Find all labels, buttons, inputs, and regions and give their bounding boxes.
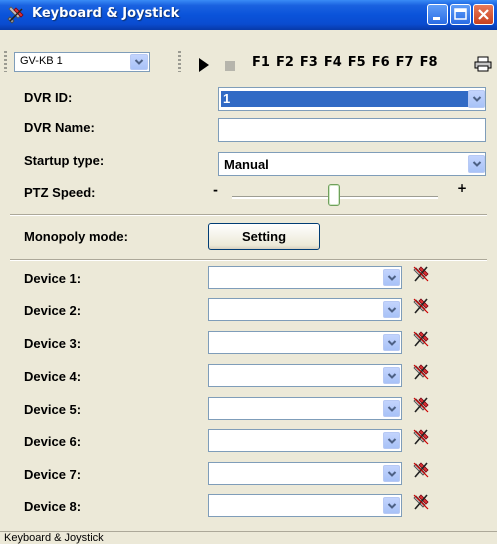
divider bbox=[10, 214, 487, 216]
device-7-select[interactable] bbox=[208, 462, 402, 485]
chevron-down-icon bbox=[387, 502, 396, 509]
ptz-speed-min-label: - bbox=[213, 183, 218, 197]
play-icon[interactable] bbox=[198, 58, 210, 72]
chevron-down-icon bbox=[387, 306, 396, 313]
device-3-select[interactable] bbox=[208, 331, 402, 354]
ptz-speed-max-label: + bbox=[457, 181, 468, 195]
divider bbox=[10, 259, 487, 261]
status-text: Keyboard & Joystick bbox=[4, 532, 104, 544]
startup-type-dropdown-button[interactable] bbox=[468, 155, 485, 173]
dvr-id-select[interactable]: 1 bbox=[218, 87, 486, 111]
device-4-select[interactable] bbox=[208, 364, 402, 387]
startup-type-label: Startup type: bbox=[24, 153, 105, 168]
device-8-disconnected-icon[interactable] bbox=[412, 493, 430, 511]
device-8-dropdown-button[interactable] bbox=[383, 497, 400, 514]
device-6-disconnected-icon[interactable] bbox=[412, 428, 430, 446]
title-bar[interactable]: Keyboard & Joystick bbox=[0, 0, 497, 30]
ptz-speed-slider-thumb[interactable] bbox=[328, 184, 340, 206]
chevron-down-icon bbox=[472, 161, 481, 167]
device-1-disconnected-icon[interactable] bbox=[412, 265, 430, 283]
status-bar: Keyboard & Joystick bbox=[0, 531, 497, 544]
device-1-dropdown-button[interactable] bbox=[383, 269, 400, 286]
device-6-select[interactable] bbox=[208, 429, 402, 452]
device-4-label: Device 4: bbox=[24, 369, 82, 384]
monopoly-mode-label: Monopoly mode: bbox=[24, 229, 128, 244]
f4-key[interactable]: F4 bbox=[324, 55, 342, 70]
f3-key[interactable]: F3 bbox=[300, 55, 318, 70]
toolbar-grip[interactable] bbox=[178, 51, 181, 73]
device-5-label: Device 5: bbox=[24, 402, 82, 417]
f8-key[interactable]: F8 bbox=[420, 55, 438, 70]
function-keys: F1 F2 F3 F4 F5 F6 F7 F8 bbox=[252, 55, 444, 70]
device-5-select[interactable] bbox=[208, 397, 402, 420]
device-7-disconnected-icon[interactable] bbox=[412, 461, 430, 479]
stop-icon[interactable] bbox=[225, 61, 235, 71]
device-4-dropdown-button[interactable] bbox=[383, 367, 400, 384]
printer-icon[interactable] bbox=[474, 56, 492, 72]
keyboard-joystick-window: Keyboard & Joystick GV-KB 1 F1 F2 F3 F4 F5 F6… bbox=[0, 0, 497, 544]
device-4-disconnected-icon[interactable] bbox=[412, 363, 430, 381]
f5-key[interactable]: F5 bbox=[348, 55, 366, 70]
device-8-select[interactable] bbox=[208, 494, 402, 517]
toolbar-grip[interactable] bbox=[4, 51, 7, 73]
app-icon bbox=[7, 6, 24, 24]
device-7-dropdown-button[interactable] bbox=[383, 465, 400, 482]
keyboard-select[interactable]: GV-KB 1 bbox=[14, 52, 150, 72]
device-2-dropdown-button[interactable] bbox=[383, 301, 400, 318]
ptz-speed-label: PTZ Speed: bbox=[24, 185, 96, 200]
maximize-icon bbox=[454, 8, 467, 20]
device-1-label: Device 1: bbox=[24, 271, 82, 286]
keyboard-select-value: GV-KB 1 bbox=[20, 55, 63, 67]
left-margin bbox=[0, 72, 10, 531]
chevron-down-icon bbox=[387, 405, 396, 412]
keyboard-select-dropdown-button[interactable] bbox=[130, 54, 148, 70]
chevron-down-icon bbox=[387, 274, 396, 281]
chevron-down-icon bbox=[134, 59, 144, 65]
dvr-id-label: DVR ID: bbox=[24, 90, 73, 105]
f2-key[interactable]: F2 bbox=[276, 55, 294, 70]
minimize-button[interactable] bbox=[427, 4, 448, 25]
device-2-select[interactable] bbox=[208, 298, 402, 321]
chevron-down-icon bbox=[387, 339, 396, 346]
minimize-icon bbox=[433, 17, 440, 20]
device-3-dropdown-button[interactable] bbox=[383, 334, 400, 351]
startup-type-value: Manual bbox=[224, 157, 269, 172]
window-title: Keyboard & Joystick bbox=[32, 6, 180, 21]
close-button[interactable] bbox=[473, 4, 494, 25]
dvr-name-input[interactable] bbox=[218, 118, 486, 142]
maximize-button[interactable] bbox=[450, 4, 471, 25]
device-1-select[interactable] bbox=[208, 266, 402, 289]
dvr-id-dropdown-button[interactable] bbox=[468, 90, 485, 108]
chevron-down-icon bbox=[387, 470, 396, 477]
chevron-down-icon bbox=[387, 372, 396, 379]
close-icon bbox=[478, 9, 489, 20]
f7-key[interactable]: F7 bbox=[396, 55, 414, 70]
dvr-id-value: 1 bbox=[221, 91, 469, 107]
device-6-dropdown-button[interactable] bbox=[383, 432, 400, 449]
startup-type-select[interactable]: Manual bbox=[218, 152, 486, 176]
device-8-label: Device 8: bbox=[24, 499, 82, 514]
f6-key[interactable]: F6 bbox=[372, 55, 390, 70]
setting-button[interactable]: Setting bbox=[208, 223, 320, 250]
f1-key[interactable]: F1 bbox=[252, 55, 270, 70]
chevron-down-icon bbox=[472, 96, 481, 102]
device-6-label: Device 6: bbox=[24, 434, 82, 449]
device-3-label: Device 3: bbox=[24, 336, 82, 351]
device-2-label: Device 2: bbox=[24, 303, 82, 318]
device-2-disconnected-icon[interactable] bbox=[412, 297, 430, 315]
device-3-disconnected-icon[interactable] bbox=[412, 330, 430, 348]
device-7-label: Device 7: bbox=[24, 467, 82, 482]
toolbar: GV-KB 1 F1 F2 F3 F4 F5 F6 F7 F8 bbox=[0, 30, 497, 73]
chevron-down-icon bbox=[387, 437, 396, 444]
dvr-name-label: DVR Name: bbox=[24, 120, 95, 135]
device-5-dropdown-button[interactable] bbox=[383, 400, 400, 417]
device-5-disconnected-icon[interactable] bbox=[412, 396, 430, 414]
